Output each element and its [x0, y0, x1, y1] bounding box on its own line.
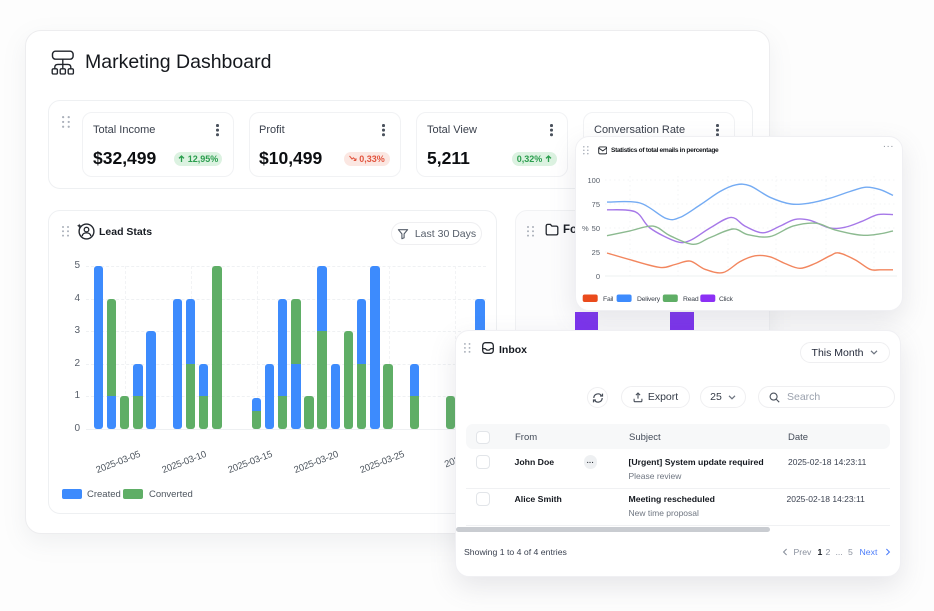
svg-text:Click: Click	[719, 296, 734, 303]
svg-text:Read: Read	[683, 296, 699, 303]
svg-text:%: %	[582, 224, 589, 233]
svg-text:25: 25	[592, 248, 600, 257]
svg-text:0: 0	[596, 272, 600, 281]
svg-text:50: 50	[592, 224, 600, 233]
svg-text:100: 100	[587, 176, 600, 185]
svg-text:75: 75	[592, 200, 600, 209]
svg-text:Fail: Fail	[603, 296, 614, 303]
svg-text:Delivery: Delivery	[637, 296, 661, 303]
